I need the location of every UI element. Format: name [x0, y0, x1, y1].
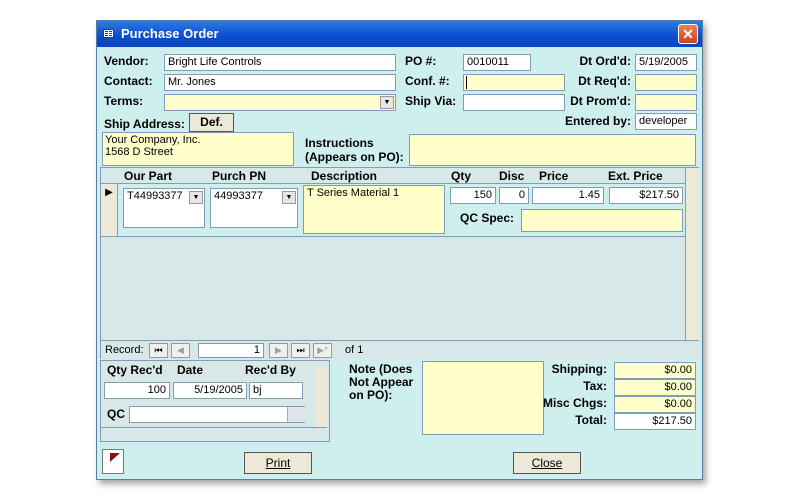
- record-number-field[interactable]: 1: [198, 343, 264, 358]
- previous-record-icon[interactable]: ◀: [171, 343, 190, 358]
- qty-field[interactable]: 150: [450, 187, 496, 204]
- ship-address-label: Ship Address:: [104, 117, 185, 131]
- purchase-order-window: Purchase Order ✕ Vendor: Bright Life Con…: [96, 20, 703, 480]
- close-button[interactable]: Close: [513, 452, 581, 474]
- dt-ordered-field[interactable]: 5/19/2005: [635, 54, 697, 71]
- date-recd-field[interactable]: 5/19/2005: [173, 382, 247, 399]
- note-label-line-3: on PO):: [349, 388, 393, 402]
- form-icon: [103, 29, 114, 38]
- next-record-icon[interactable]: ▶: [269, 343, 288, 358]
- record-label: Record:: [105, 344, 144, 356]
- entered-by-field[interactable]: developer: [635, 113, 697, 130]
- window-title: Purchase Order: [121, 26, 219, 41]
- shipping-field[interactable]: $0.00: [614, 362, 696, 379]
- contact-field[interactable]: Mr. Jones: [164, 74, 396, 91]
- terms-dropdown-arrow-icon[interactable]: ▼: [380, 96, 394, 109]
- purch-pn-dropdown-arrow-icon[interactable]: ▼: [282, 191, 296, 204]
- col-disc: Disc: [499, 169, 525, 183]
- conf-number-field[interactable]: [463, 74, 565, 91]
- table-row[interactable]: ▶ T44993377 ▼ 44993377 ▼ T Series Materi…: [101, 183, 685, 237]
- entered-by-label: Entered by:: [564, 114, 631, 128]
- shipping-label: Shipping:: [551, 362, 607, 376]
- conf-label: Conf. #:: [405, 74, 450, 88]
- dt-promised-field[interactable]: [635, 94, 697, 111]
- tax-label: Tax:: [583, 379, 607, 393]
- instructions-field[interactable]: [409, 134, 696, 166]
- qty-recd-field[interactable]: 100: [104, 382, 170, 399]
- qty-recd-label: Qty Rec'd: [107, 363, 163, 377]
- our-part-dropdown-arrow-icon[interactable]: ▼: [189, 191, 203, 204]
- note-label-line-2: Not Appear: [349, 375, 414, 389]
- first-record-icon[interactable]: ⏮: [149, 343, 168, 358]
- qc-spinner-icon[interactable]: [287, 407, 305, 422]
- text-cursor: [466, 76, 467, 89]
- po-label: PO #:: [405, 54, 437, 68]
- ext-price-field[interactable]: $217.50: [609, 187, 683, 204]
- description-field[interactable]: T Series Material 1: [303, 185, 445, 234]
- price-field[interactable]: 1.45: [532, 187, 604, 204]
- date-label: Date: [177, 363, 204, 377]
- record-navigation-bar: Record: ⏮ ◀ 1 ▶ ⏭ ▶* of 1: [101, 340, 699, 360]
- receiving-subform: Qty Rec'd Date Rec'd By 100 5/19/2005 bj…: [100, 360, 330, 442]
- receiving-scrollbar[interactable]: [315, 369, 327, 427]
- col-ext-price: Ext. Price: [608, 169, 663, 183]
- terms-dropdown[interactable]: [164, 94, 396, 111]
- qc-label: QC: [107, 407, 125, 421]
- terms-label: Terms:: [104, 94, 144, 108]
- col-purch-pn: Purch PN: [212, 169, 267, 183]
- col-price: Price: [539, 169, 569, 183]
- last-record-icon[interactable]: ⏭: [291, 343, 310, 358]
- receiving-divider: [101, 427, 327, 428]
- dt-ordered-label: Dt Ord'd:: [579, 54, 631, 68]
- report-icon-corner: [110, 453, 120, 462]
- qc-field[interactable]: [129, 406, 305, 423]
- ship-via-field[interactable]: [463, 94, 565, 111]
- title-bar[interactable]: Purchase Order ✕: [97, 21, 702, 47]
- dt-required-label: Dt Req'd:: [578, 74, 631, 88]
- ship-address-line-2: 1568 D Street: [105, 146, 173, 158]
- misc-charges-label: Misc Chgs:: [542, 396, 607, 410]
- col-description: Description: [311, 169, 378, 183]
- dt-required-field[interactable]: [635, 74, 697, 91]
- qc-spec-label: QC Spec:: [460, 211, 515, 225]
- instructions-sublabel: (Appears on PO):: [305, 150, 404, 164]
- default-address-button[interactable]: Def.: [189, 113, 234, 132]
- qc-spec-field[interactable]: [521, 209, 683, 232]
- close-window-button[interactable]: ✕: [678, 24, 698, 44]
- ship-address-line-1: Your Company, Inc.: [105, 134, 201, 146]
- print-button[interactable]: Print: [244, 452, 312, 474]
- vendor-label: Vendor:: [104, 54, 149, 68]
- instructions-label: Instructions: [305, 136, 374, 150]
- recd-by-field[interactable]: bj: [249, 382, 303, 399]
- record-selector-icon[interactable]: ▶: [101, 184, 118, 236]
- col-our-part: Our Part: [124, 169, 173, 183]
- disc-field[interactable]: 0: [499, 187, 529, 204]
- col-qty: Qty: [451, 169, 472, 183]
- ship-address-field[interactable]: Your Company, Inc. 1568 D Street: [102, 132, 294, 166]
- ship-via-label: Ship Via:: [405, 94, 457, 108]
- record-count: of 1: [345, 344, 364, 356]
- contact-label: Contact:: [104, 74, 153, 88]
- vendor-field[interactable]: Bright Life Controls: [164, 54, 396, 71]
- tax-field[interactable]: $0.00: [614, 379, 696, 396]
- po-number-field[interactable]: 0010011: [463, 54, 531, 71]
- line-items-scrollbar[interactable]: [685, 168, 699, 340]
- recd-by-label: Rec'd By: [245, 363, 296, 377]
- line-items-subform: Our Part Purch PN Description Qty Disc P…: [100, 167, 699, 360]
- total-label: Total:: [575, 413, 607, 427]
- new-record-icon[interactable]: ▶*: [313, 343, 332, 358]
- total-field: $217.50: [614, 413, 696, 430]
- note-label: Note (Does: [349, 362, 413, 376]
- note-field[interactable]: [422, 361, 544, 435]
- dt-promised-label: Dt Prom'd:: [570, 94, 631, 108]
- misc-charges-field[interactable]: $0.00: [614, 396, 696, 413]
- report-icon[interactable]: [102, 449, 124, 474]
